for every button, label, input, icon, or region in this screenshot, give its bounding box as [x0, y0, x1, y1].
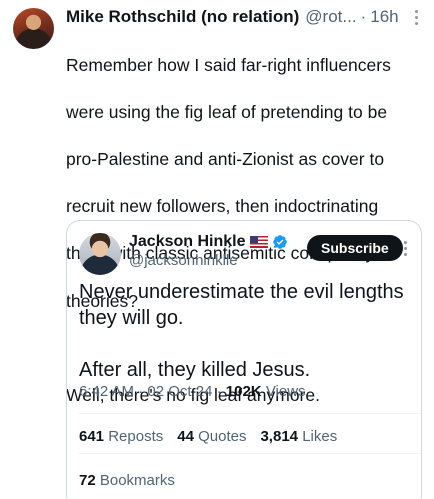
- bookmarks-count: 72: [79, 472, 96, 489]
- tweet-time[interactable]: 16h: [370, 7, 398, 27]
- author-name[interactable]: Mike Rothschild (no relation): [66, 7, 299, 27]
- quotes-stat[interactable]: 44 Quotes: [177, 428, 246, 445]
- separator-dot: ·: [360, 7, 367, 26]
- us-flag-icon: [249, 236, 268, 248]
- more-options-icon[interactable]: [399, 239, 411, 257]
- likes-stat[interactable]: 3,814 Likes: [260, 428, 337, 445]
- quoted-tweet-text: Never underestimate the evil lengths the…: [79, 279, 409, 383]
- quoted-author-name[interactable]: Jackson Hinkle: [129, 233, 246, 251]
- quoted-date[interactable]: 02 Oct 24: [147, 383, 212, 400]
- divider: [79, 453, 421, 454]
- tweet-text-line: pro-Palestine and anti-Zionist as cover …: [66, 148, 385, 169]
- bookmarks-stat[interactable]: 72 Bookmarks: [79, 472, 175, 489]
- quoted-tweet-meta: 6:42 AM · 02 Oct 24 · 102K Views: [79, 383, 306, 400]
- quoted-tweet[interactable]: Jackson Hinkle @jacksonhinklle Subscribe…: [66, 220, 422, 499]
- likes-count: 3,814: [260, 428, 299, 445]
- quoted-text-line: Never underestimate the evil lengths: [79, 281, 404, 303]
- reposts-count: 641: [79, 428, 105, 445]
- quotes-count: 44: [177, 428, 194, 445]
- separator-dot: ·: [216, 383, 222, 400]
- quoted-time[interactable]: 6:42 AM: [79, 383, 134, 400]
- quoted-author-handle[interactable]: @jacksonhinklle: [129, 252, 238, 269]
- quoted-author-avatar[interactable]: [79, 233, 121, 275]
- author-handle[interactable]: @rot...: [305, 7, 356, 27]
- quoted-text-line: After all, they killed Jesus.: [79, 359, 311, 381]
- views-label: Views: [265, 383, 306, 400]
- divider: [79, 413, 421, 414]
- verified-badge-icon: [272, 235, 287, 249]
- reposts-label: Reposts: [108, 428, 164, 445]
- tweet[interactable]: Mike Rothschild (no relation) @rot... · …: [0, 0, 434, 499]
- tweet-header: Mike Rothschild (no relation) @rot... · …: [66, 6, 424, 28]
- likes-label: Likes: [302, 428, 338, 445]
- more-options-icon[interactable]: [408, 6, 424, 28]
- tweet-text-line: Remember how I said far-right influencer…: [66, 54, 391, 75]
- author-avatar[interactable]: [13, 8, 54, 49]
- tweet-text-line: recruit new followers, then indoctrinati…: [66, 196, 379, 217]
- quotes-label: Quotes: [198, 428, 247, 445]
- engagement-stats: 641 Reposts 44 Quotes 3,814 Likes: [79, 428, 337, 445]
- quoted-author-name-row[interactable]: Jackson Hinkle: [129, 233, 288, 251]
- quoted-text-line: they will go.: [79, 307, 184, 329]
- subscribe-button[interactable]: Subscribe: [307, 235, 403, 261]
- bookmarks-label: Bookmarks: [99, 472, 175, 489]
- tweet-text-line: were using the fig leaf of pretending to…: [66, 101, 388, 122]
- views-count: 102K: [225, 383, 262, 400]
- separator-dot: ·: [138, 383, 144, 400]
- reposts-stat[interactable]: 641 Reposts: [79, 428, 163, 445]
